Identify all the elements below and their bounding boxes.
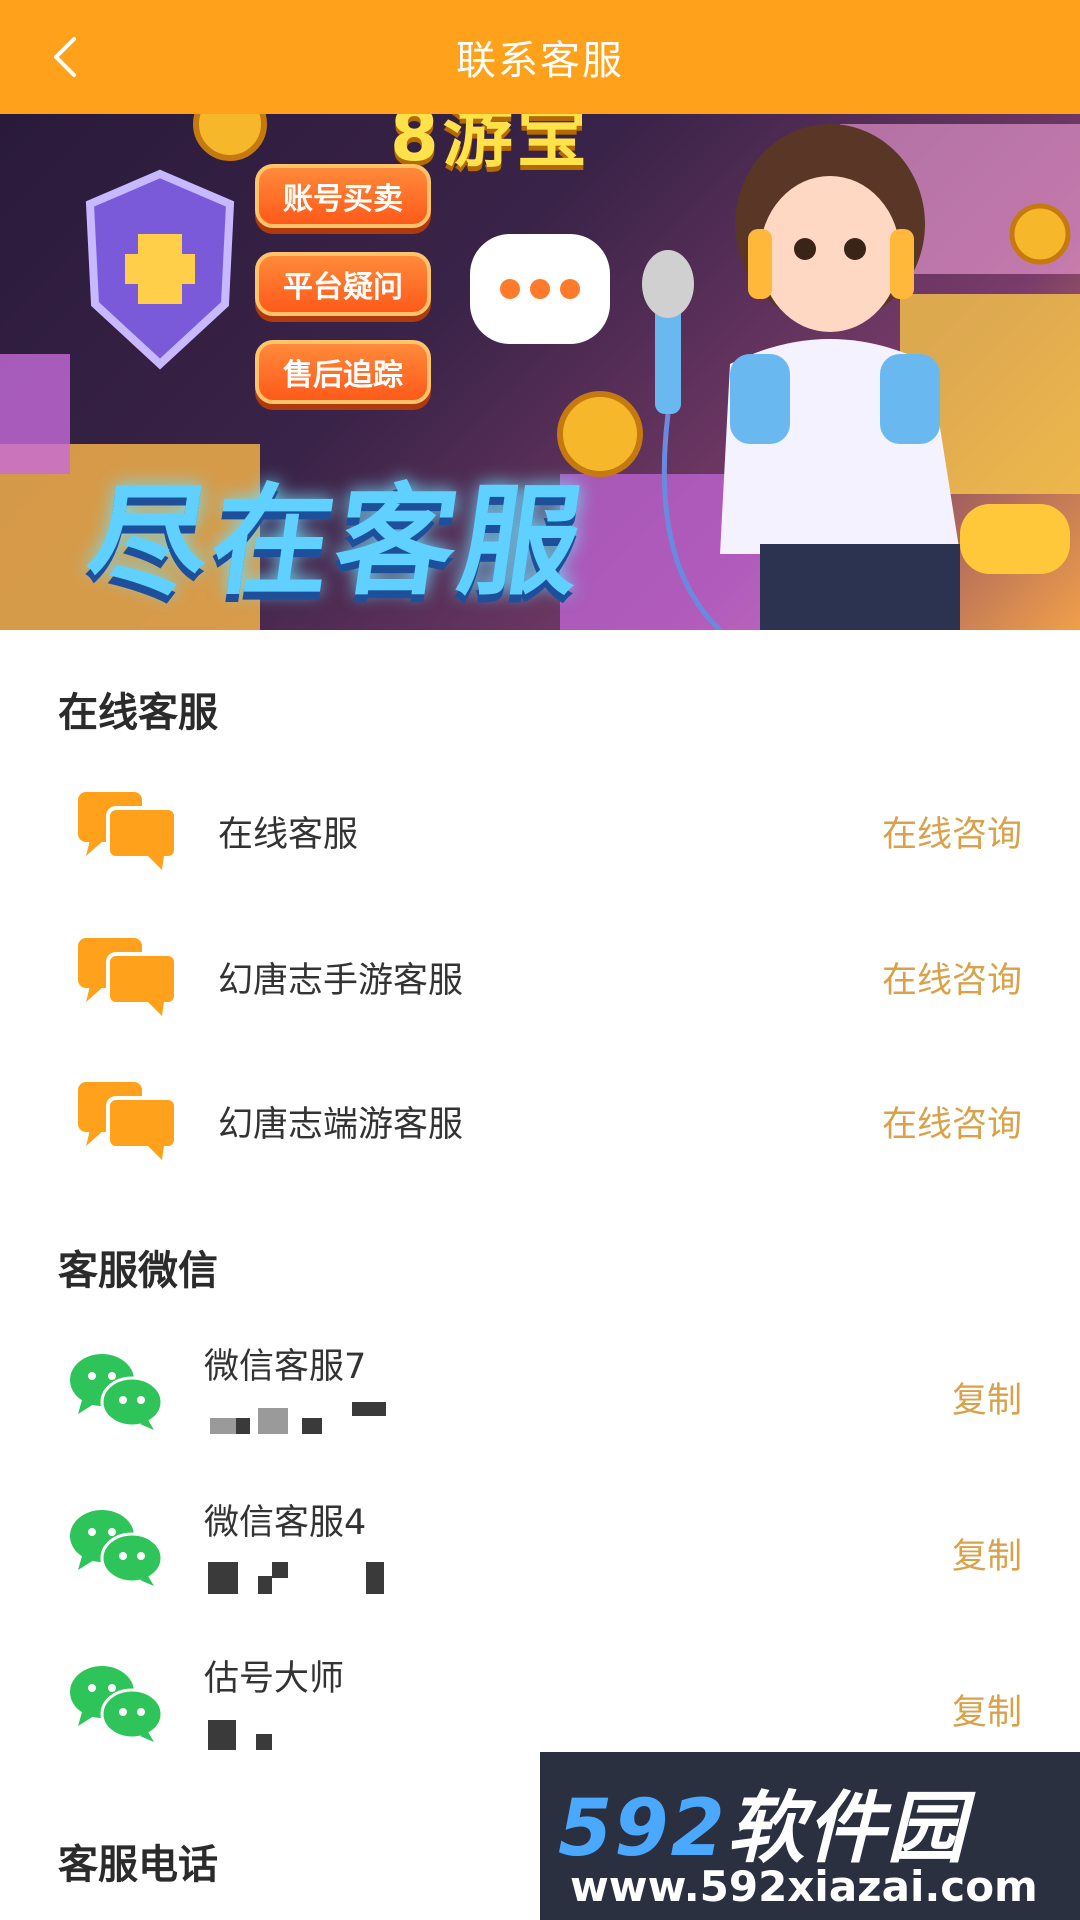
copy-button[interactable]: 复制 [952, 1372, 1022, 1423]
banner-pill-after-sale: 售后追踪 [255, 340, 431, 404]
masked-id [208, 1720, 236, 1750]
consult-button[interactable]: 在线咨询 [882, 1096, 1022, 1147]
copy-button[interactable]: 复制 [952, 1684, 1022, 1735]
masked-id [366, 1562, 384, 1594]
service-name: 幻唐志端游客服 [218, 1105, 464, 1145]
masked-id [352, 1402, 386, 1416]
banner-pill-account-trade: 账号买卖 [255, 164, 431, 228]
masked-id [210, 1418, 236, 1434]
page-title: 联系客服 [456, 38, 624, 84]
wechat-icon [70, 1666, 164, 1742]
wechat-name: 微信客服4 [204, 1503, 367, 1543]
wechat-icon [70, 1354, 164, 1430]
chat-bubbles-icon [78, 938, 178, 1016]
watermark-logo: 592软件园 www.592xiazai.com [540, 1752, 1080, 1920]
list-item[interactable]: 微信客服7 复制 [0, 1330, 1080, 1460]
wechat-name: 微信客服7 [204, 1347, 367, 1387]
chat-bubbles-icon [78, 792, 178, 870]
list-item[interactable]: 幻唐志端游客服 在线咨询 [0, 1068, 1080, 1168]
back-button[interactable] [34, 25, 98, 89]
masked-id [302, 1418, 322, 1434]
watermark-url: www.592xiazai.com [570, 1862, 1038, 1911]
service-name: 在线客服 [218, 815, 359, 855]
consult-button[interactable]: 在线咨询 [882, 952, 1022, 1003]
masked-id [258, 1408, 288, 1434]
section-title-phone: 客服电话 [58, 1842, 218, 1888]
masked-id [258, 1576, 272, 1594]
masked-id [208, 1562, 238, 1594]
promo-banner[interactable]: 8游宝 账号买卖 平台疑问 售后追踪 尽在客服 [0, 114, 1080, 630]
list-item[interactable]: 在线客服 在线咨询 [0, 778, 1080, 878]
watermark-brand-text: 软件园 [726, 1784, 967, 1874]
service-name: 幻唐志手游客服 [218, 961, 464, 1001]
chevron-left-icon [54, 37, 76, 77]
section-title-wechat: 客服微信 [58, 1248, 218, 1294]
banner-slogan: 尽在客服 [78, 473, 595, 612]
wechat-icon [70, 1510, 164, 1586]
list-item[interactable]: 微信客服4 复制 [0, 1486, 1080, 1616]
watermark-brand-number: 592 [558, 1784, 727, 1874]
copy-button[interactable]: 复制 [952, 1528, 1022, 1579]
section-title-online: 在线客服 [58, 690, 218, 736]
masked-id [256, 1734, 272, 1750]
wechat-name: 估号大师 [204, 1659, 345, 1699]
consult-button[interactable]: 在线咨询 [882, 806, 1022, 857]
masked-id [236, 1418, 250, 1434]
banner-pill-platform-question: 平台疑问 [255, 252, 431, 316]
list-item[interactable]: 幻唐志手游客服 在线咨询 [0, 924, 1080, 1024]
top-bar: 联系客服 [0, 0, 1080, 114]
chat-bubbles-icon [78, 1082, 178, 1160]
masked-id [272, 1562, 288, 1578]
